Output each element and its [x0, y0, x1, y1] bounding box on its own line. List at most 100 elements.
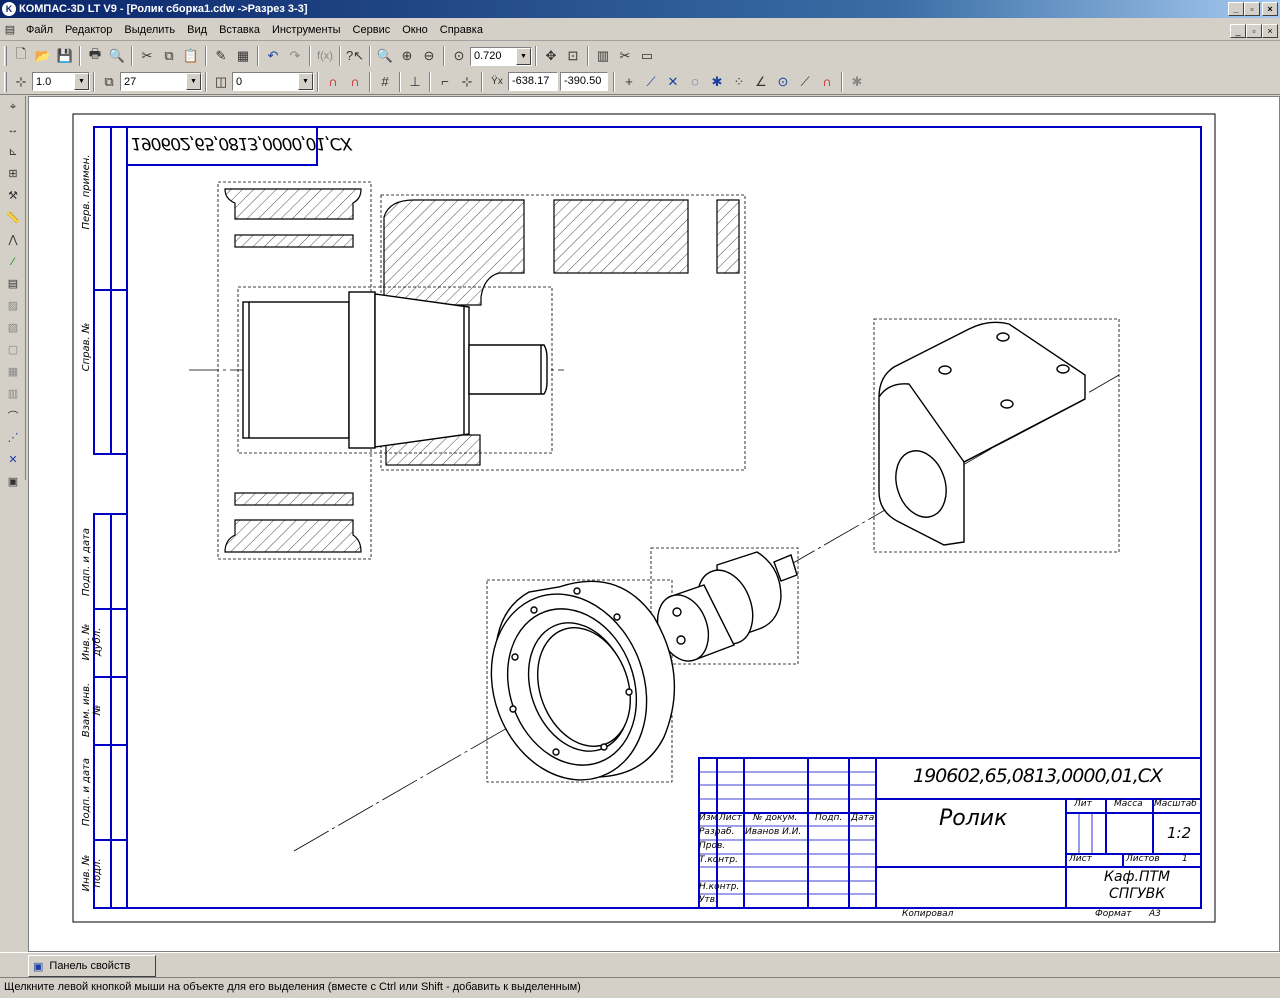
geometry-icon[interactable]: ⌖ [2, 97, 24, 118]
edit-icon[interactable]: ⊞ [2, 163, 24, 184]
insert-fragment-icon[interactable]: ▧ [2, 317, 24, 338]
drawing-canvas[interactable]: Перв. примен. Справ. № Подп. и дата Инв.… [28, 96, 1280, 952]
menu-select[interactable]: Выделить [118, 24, 181, 36]
snap-angle-icon[interactable]: ∠ [750, 71, 772, 93]
angle-combo[interactable]: 27 ▼ [120, 72, 202, 91]
chevron-down-icon[interactable]: ▼ [74, 73, 89, 90]
display-icon[interactable]: ▭ [636, 45, 658, 67]
snap-middle-icon[interactable]: ⟋ [794, 71, 816, 93]
side-label-dubl: Инв. № дубл. [81, 623, 103, 661]
doc-restore-button[interactable]: ▫ [1246, 24, 1262, 38]
document-icon[interactable]: ▤ [0, 21, 20, 39]
layer-combo[interactable]: 0 ▼ [232, 72, 314, 91]
local-view-icon[interactable]: ▢ [2, 339, 24, 360]
help-pointer-icon[interactable]: ?↖ [344, 45, 366, 67]
menu-view[interactable]: Вид [181, 24, 213, 36]
chevron-down-icon[interactable]: ▼ [186, 73, 201, 90]
sheets-count: 1 [1182, 854, 1188, 864]
side-label-sprav: Справ. № [81, 322, 92, 372]
zoom-out-icon[interactable]: ⊖ [418, 45, 440, 67]
snap-nearest-icon[interactable]: ⟋ [640, 71, 662, 93]
menu-window[interactable]: Окно [396, 24, 434, 36]
snap-options-icon[interactable]: ✱ [846, 71, 868, 93]
fit-all-icon[interactable]: ⊡ [562, 45, 584, 67]
new-document-icon[interactable]: 🗋 [10, 45, 32, 67]
snap-center-icon[interactable]: ⊙ [772, 71, 794, 93]
coord-y-field[interactable]: -390.50 [560, 72, 608, 91]
org-line2: СПГУВК [1109, 886, 1166, 902]
current-state-toolbar: ⊹ 1.0 ▼ ⧉ 27 ▼ ◫ 0 ▼ ∩ ∩ # ⊥ ⌐ ⊹ Ÿx -638… [0, 69, 1280, 95]
step-value: 1.0 [36, 75, 52, 88]
properties-tab[interactable]: ▣ Панель свойств [28, 955, 156, 977]
view-icon[interactable]: ⧉ [98, 71, 120, 93]
spec-icon[interactable]: ⁄ [2, 251, 24, 272]
zoom-combo[interactable]: 0.720 ▼ [470, 46, 532, 66]
library-icon[interactable]: ▦ [232, 45, 254, 67]
undo-icon[interactable]: ↶ [262, 45, 284, 67]
save-icon[interactable]: 💾 [54, 45, 76, 67]
zoom-in-icon[interactable]: ⊕ [396, 45, 418, 67]
cut-icon[interactable]: ✂ [136, 45, 158, 67]
redo-icon[interactable]: ↷ [284, 45, 306, 67]
dimensions-icon[interactable]: ↔ [2, 119, 24, 140]
symbols-icon[interactable]: ⊾ [2, 141, 24, 162]
snap-intersection-icon[interactable]: ✕ [662, 71, 684, 93]
hatch-icon[interactable]: ▦ [2, 361, 24, 382]
properties-icon[interactable]: ✎ [210, 45, 232, 67]
tools-icon[interactable]: ✂ [614, 45, 636, 67]
chevron-down-icon[interactable]: ▼ [516, 47, 531, 65]
local-cs-icon[interactable]: ⊥ [404, 71, 426, 93]
dotted-line-icon[interactable]: ⋰ [2, 427, 24, 448]
copy-icon[interactable]: ⧉ [158, 45, 180, 67]
maximize-button[interactable]: ▫ [1244, 2, 1260, 16]
cursor-step-icon[interactable]: ⊹ [10, 71, 32, 93]
snap-tangent-icon[interactable]: ◌ [684, 71, 706, 93]
menu-insert[interactable]: Вставка [213, 24, 266, 36]
snap-point-icon[interactable]: + [618, 71, 640, 93]
cursor-coords-icon[interactable]: ⊹ [456, 71, 478, 93]
org-line1: Каф.ПТМ [1104, 869, 1171, 885]
snap-cross-icon[interactable]: ✕ [2, 449, 24, 470]
local-snap-icon[interactable]: ∩ [344, 71, 366, 93]
menu-help[interactable]: Справка [434, 24, 489, 36]
view-box-icon[interactable]: ▣ [2, 471, 24, 492]
sheet-label: Лист [1069, 854, 1092, 864]
parametrization-icon[interactable]: ⚒ [2, 185, 24, 206]
print-icon[interactable]: 🖶 [84, 45, 106, 67]
insert-view-icon[interactable]: ▨ [2, 295, 24, 316]
function-icon[interactable]: f(x) [314, 45, 336, 67]
layer-manager-icon[interactable]: ▥ [2, 383, 24, 404]
doc-minimize-button[interactable]: _ [1230, 24, 1246, 38]
manager-icon[interactable]: ▥ [592, 45, 614, 67]
close-button[interactable]: × [1262, 2, 1278, 16]
snap-grid-icon[interactable]: ∩ [816, 71, 838, 93]
arc-icon[interactable]: ⌒ [2, 405, 24, 426]
menu-file[interactable]: Файл [20, 24, 59, 36]
step-combo[interactable]: 1.0 ▼ [32, 72, 90, 91]
snap-magnet-icon[interactable]: ∩ [322, 71, 344, 93]
reports-icon[interactable]: ▤ [2, 273, 24, 294]
measure-icon[interactable]: 📏 [2, 207, 24, 228]
grid-icon[interactable]: # [374, 71, 396, 93]
minimize-button[interactable]: _ [1228, 2, 1244, 16]
chevron-down-icon[interactable]: ▼ [298, 73, 313, 90]
ortho-icon[interactable]: ⌐ [434, 71, 456, 93]
menu-editor[interactable]: Редактор [59, 24, 118, 36]
zoom-icon[interactable]: 🔍 [374, 45, 396, 67]
doc-close-button[interactable]: × [1262, 24, 1278, 38]
layer-icon[interactable]: ◫ [210, 71, 232, 93]
coord-x-field[interactable]: -638.17 [508, 72, 558, 91]
snap-along-icon[interactable]: ⁘ [728, 71, 750, 93]
row-tkontr: Т.контр. [699, 855, 739, 865]
menu-tools[interactable]: Инструменты [266, 24, 347, 36]
standard-toolbar: 🗋 📂 💾 🖶 🔍 ✂ ⧉ 📋 ✎ ▦ ↶ ↷ f(x) ?↖ 🔍 ⊕ ⊖ ⊙ … [0, 43, 1280, 69]
pan-icon[interactable]: ✥ [540, 45, 562, 67]
select-icon[interactable]: ⋀ [2, 229, 24, 250]
paste-icon[interactable]: 📋 [180, 45, 202, 67]
snap-normal-icon[interactable]: ✱ [706, 71, 728, 93]
menu-service[interactable]: Сервис [347, 24, 397, 36]
layer-value: 0 [236, 75, 243, 88]
print-preview-icon[interactable]: 🔍 [106, 45, 128, 67]
zoom-scale-icon[interactable]: ⊙ [448, 45, 470, 67]
open-icon[interactable]: 📂 [32, 45, 54, 67]
